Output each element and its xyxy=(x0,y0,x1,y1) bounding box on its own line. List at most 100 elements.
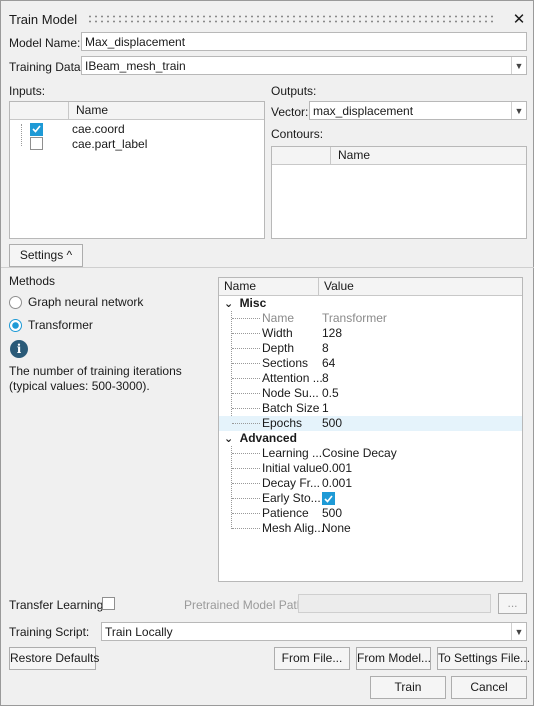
prop-name: Mesh Alig... xyxy=(262,521,325,535)
prop-name: Attention ... xyxy=(262,371,323,385)
restore-defaults-button[interactable]: Restore Defaults xyxy=(9,647,99,670)
prop-row[interactable]: Batch Size 1 xyxy=(219,401,522,416)
prop-value: 0.5 xyxy=(322,386,339,400)
method-option-gnn[interactable]: Graph neural network xyxy=(9,295,143,309)
contours-label: Contours: xyxy=(271,127,324,141)
train-model-dialog: Train Model ✕ Model Name: Max_displaceme… xyxy=(0,0,534,706)
contours-column-name: Name xyxy=(338,148,371,162)
close-icon[interactable]: ✕ xyxy=(511,10,527,28)
prop-row[interactable]: Early Sto... xyxy=(219,491,522,506)
prop-name: Depth xyxy=(262,341,295,355)
transformer-radio[interactable] xyxy=(9,318,22,332)
properties-header: Name Value xyxy=(219,278,522,296)
input-row[interactable]: cae.coord xyxy=(30,122,125,136)
input-checkbox[interactable] xyxy=(30,122,43,136)
from-file-button[interactable]: From File... xyxy=(274,647,350,670)
training-data-value: IBeam_mesh_train xyxy=(85,59,186,73)
inputs-list[interactable]: Name cae.coord cae.part_label xyxy=(9,101,265,239)
pretrained-path-label: Pretrained Model Path: xyxy=(184,598,307,612)
drag-handle[interactable] xyxy=(87,14,497,24)
transfer-learning-checkbox[interactable] xyxy=(102,597,115,610)
chevron-down-icon[interactable]: ⌄ xyxy=(224,298,233,310)
inputs-label: Inputs: xyxy=(9,84,46,98)
model-name-input[interactable]: Max_displacement xyxy=(81,32,527,51)
chevron-down-icon[interactable]: ▼ xyxy=(511,102,526,119)
from-model-button[interactable]: From Model... xyxy=(356,647,431,670)
train-button[interactable]: Train xyxy=(370,676,446,699)
prop-row-selected[interactable]: Epochs 500 xyxy=(219,416,522,431)
prop-row[interactable]: Patience 500 xyxy=(219,506,522,521)
transfer-learning-label: Transfer Learning: xyxy=(9,598,107,612)
training-script-combo[interactable]: Train Locally ▼ xyxy=(101,622,527,641)
training-script-label: Training Script: xyxy=(9,625,90,639)
group-advanced[interactable]: ⌄ Advanced xyxy=(224,431,297,446)
prop-name: Name xyxy=(262,311,295,325)
misc-rows: Name Transformer Width 128 Depth 8 Secti… xyxy=(219,311,522,431)
chevron-down-icon[interactable]: ▼ xyxy=(511,623,526,640)
method-description: The number of training iterations (typic… xyxy=(9,364,182,393)
input-name: cae.part_label xyxy=(72,137,148,151)
contours-header: Name xyxy=(272,147,526,165)
properties-column-value: Value xyxy=(324,279,354,293)
prop-row[interactable]: Learning ... Cosine Decay xyxy=(219,446,522,461)
prop-name: Sections xyxy=(262,356,309,370)
prop-value: 500 xyxy=(322,506,343,520)
pretrained-path-input[interactable] xyxy=(298,594,491,613)
vector-label: Vector: xyxy=(271,105,309,119)
prop-row[interactable]: Attention ... 8 xyxy=(219,371,522,386)
chevron-down-icon[interactable]: ⌄ xyxy=(224,433,233,445)
prop-row[interactable]: Depth 8 xyxy=(219,341,522,356)
chevron-down-icon[interactable]: ▼ xyxy=(511,57,526,74)
training-data-label: Training Data: xyxy=(9,60,84,74)
prop-row[interactable]: Width 128 xyxy=(219,326,522,341)
prop-name: Learning ... xyxy=(262,446,323,460)
prop-row[interactable]: Decay Fr... 0.001 xyxy=(219,476,522,491)
browse-button[interactable]: ... xyxy=(498,593,527,614)
inputs-column-name: Name xyxy=(76,103,109,117)
advanced-rows: Learning ... Cosine Decay Initial value … xyxy=(219,446,522,536)
settings-toggle-button[interactable]: Settings ^ xyxy=(9,244,83,267)
prop-row[interactable]: Name Transformer xyxy=(219,311,522,326)
prop-name: Patience xyxy=(262,506,309,520)
to-settings-file-button[interactable]: To Settings File... xyxy=(437,647,530,670)
early-stopping-checkbox[interactable] xyxy=(322,492,335,505)
training-script-value: Train Locally xyxy=(105,625,173,639)
settings-divider xyxy=(1,267,534,268)
method-option-transformer[interactable]: Transformer xyxy=(9,318,93,332)
gnn-radio[interactable] xyxy=(9,295,22,309)
prop-value: Cosine Decay xyxy=(322,446,397,460)
prop-name: Batch Size xyxy=(262,401,320,415)
prop-name: Initial value xyxy=(262,461,323,475)
transformer-label: Transformer xyxy=(28,318,93,332)
group-misc[interactable]: ⌄ Misc xyxy=(224,296,266,311)
model-name-value: Max_displacement xyxy=(85,35,186,49)
cancel-button[interactable]: Cancel xyxy=(451,676,527,699)
prop-value: 64 xyxy=(322,356,336,370)
prop-row[interactable]: Sections 64 xyxy=(219,356,522,371)
properties-grid[interactable]: Name Value ⌄ Misc Name Transformer Width… xyxy=(218,277,523,582)
contours-list[interactable]: Name xyxy=(271,146,527,239)
properties-column-name: Name xyxy=(224,279,257,293)
input-name: cae.coord xyxy=(72,122,125,136)
input-checkbox[interactable] xyxy=(30,137,43,150)
prop-value: 0.001 xyxy=(322,476,353,490)
training-data-combo[interactable]: IBeam_mesh_train ▼ xyxy=(81,56,527,75)
info-icon: i xyxy=(10,340,28,358)
vector-combo[interactable]: max_displacement ▼ xyxy=(309,101,527,120)
dialog-title: Train Model xyxy=(9,12,78,27)
vector-value: max_displacement xyxy=(313,104,414,118)
prop-name: Decay Fr... xyxy=(262,476,321,490)
methods-label: Methods xyxy=(9,274,56,288)
prop-value: 8 xyxy=(322,341,329,355)
prop-name: Width xyxy=(262,326,293,340)
input-row[interactable]: cae.part_label xyxy=(30,137,147,153)
prop-value: 128 xyxy=(322,326,343,340)
prop-row[interactable]: Mesh Alig... None xyxy=(219,521,522,536)
prop-value: 500 xyxy=(322,416,343,430)
prop-value: Transformer xyxy=(322,311,387,325)
prop-name: Epochs xyxy=(262,416,303,430)
prop-row[interactable]: Initial value 0.001 xyxy=(219,461,522,476)
prop-row[interactable]: Node Su... 0.5 xyxy=(219,386,522,401)
prop-value: 0.001 xyxy=(322,461,353,475)
group-title: Advanced xyxy=(239,431,297,445)
